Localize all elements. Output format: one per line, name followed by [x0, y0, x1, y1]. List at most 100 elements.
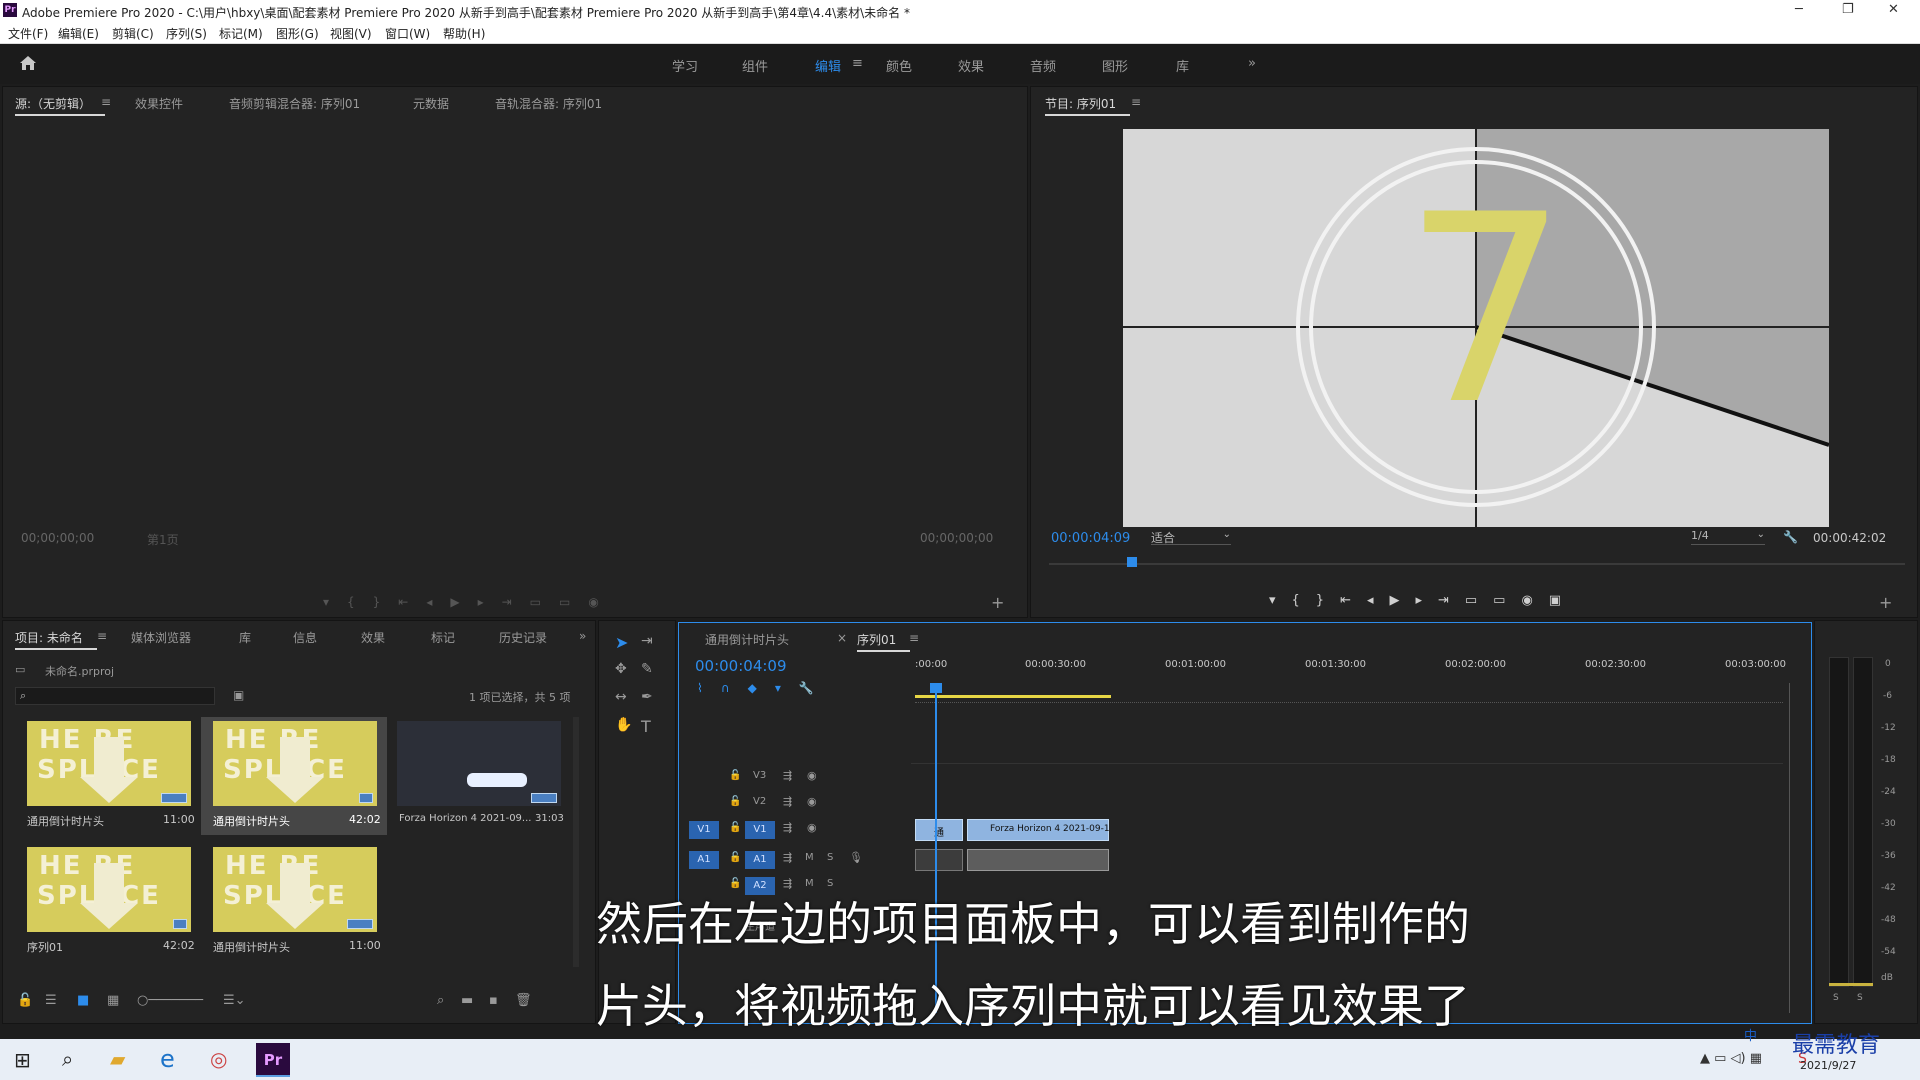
close-icon[interactable]: ×	[837, 631, 847, 645]
mute-button[interactable]: M	[805, 852, 814, 863]
workspace-overflow-icon[interactable]: »	[1248, 56, 1256, 71]
microphone-icon[interactable]: 🎙	[849, 851, 863, 864]
menu-edit[interactable]: 编辑(E)	[58, 25, 99, 42]
icon-view-icon[interactable]: ■	[77, 993, 89, 1008]
project-item-selected[interactable]: HE RE SPL ICE 通用倒计时片头 42:02	[201, 717, 387, 835]
windows-start-icon[interactable]: ⊞	[14, 1048, 31, 1072]
video-clip-forza[interactable]: Forza Horizon 4 2021-09-1	[967, 819, 1110, 841]
workspace-libraries[interactable]: 库	[1176, 56, 1189, 75]
tab-audio-clip-mixer[interactable]: 音频剪辑混合器: 序列01	[229, 95, 360, 112]
menu-marker[interactable]: 标记(M)	[219, 25, 263, 42]
fit-dropdown[interactable]: 适合 ⌄	[1151, 529, 1231, 545]
new-item-icon[interactable]: ▪	[489, 993, 498, 1008]
menu-window[interactable]: 窗口(W)	[385, 25, 430, 42]
new-bin-icon[interactable]: ▬	[461, 993, 473, 1008]
audio-clip-forza[interactable]	[967, 849, 1109, 871]
clock-date[interactable]: 2021/9/27	[1800, 1059, 1856, 1072]
project-scrollbar[interactable]	[573, 717, 579, 967]
source-patch-a1[interactable]: A1	[689, 851, 719, 869]
eye-icon[interactable]: ◉	[807, 795, 817, 808]
add-button-icon[interactable]: +	[991, 593, 1004, 612]
close-button[interactable]: ✕	[1888, 2, 1899, 17]
menu-sequence[interactable]: 序列(S)	[166, 25, 207, 42]
wrench-icon[interactable]: 🔧	[1783, 530, 1798, 544]
lock-icon[interactable]: 🔓	[729, 822, 741, 833]
tab-metadata[interactable]: 元数据	[413, 95, 449, 112]
timeline-timecode[interactable]: 00:00:04:09	[695, 657, 787, 675]
tab-markers[interactable]: 标记	[431, 629, 455, 646]
panel-menu-icon[interactable]: ≡	[101, 95, 111, 109]
workspace-learn[interactable]: 学习	[672, 56, 698, 75]
workspace-graphics[interactable]: 图形	[1102, 56, 1128, 75]
capture-app-icon[interactable]: ◎	[210, 1047, 227, 1071]
source-patch-v1[interactable]: V1	[689, 821, 719, 839]
hand-tool-icon[interactable]: ✋	[615, 717, 632, 733]
pen-tool-icon[interactable]: ✒	[641, 689, 653, 705]
tray-icons[interactable]: ▲ ▭ ◁) ▦	[1700, 1051, 1762, 1066]
resolution-dropdown[interactable]: 1/4 ⌄	[1691, 529, 1765, 545]
eye-icon[interactable]: ◉	[807, 769, 817, 782]
freeform-view-icon[interactable]: ▦	[107, 993, 119, 1008]
timeline-vertical-scrollbar[interactable]	[1789, 683, 1795, 1013]
source-timecode-in[interactable]: 00;00;00;00	[21, 531, 94, 545]
workspace-editing[interactable]: 编辑	[815, 56, 841, 75]
source-transport-controls[interactable]: ▾{}⇤◂▶▸⇥▭▭◉	[323, 595, 723, 611]
search-icon[interactable]: ⌕	[62, 1047, 73, 1071]
trash-icon[interactable]: 🗑	[515, 993, 532, 1008]
track-select-tool-icon[interactable]: ⇥	[641, 633, 653, 649]
tab-sequence-01[interactable]: 序列01	[857, 631, 911, 652]
sync-lock-icon[interactable]: ⇶	[783, 821, 792, 834]
sync-lock-icon[interactable]: ⇶	[783, 851, 792, 864]
menu-help[interactable]: 帮助(H)	[443, 25, 485, 42]
tab-sequence-countdown[interactable]: 通用倒计时片头	[705, 631, 789, 648]
project-search-input[interactable]: ⌕	[15, 687, 215, 705]
program-transport-controls[interactable]: ▾{}⇤◂▶▸⇥▭▭◉▣	[1269, 593, 1689, 611]
source-page-select[interactable]: 第1页	[147, 531, 179, 548]
workspace-audio[interactable]: 音频	[1030, 56, 1056, 75]
workspace-menu-icon[interactable]: ≡	[852, 56, 863, 71]
add-button-icon[interactable]: +	[1879, 593, 1892, 612]
find-icon[interactable]: ⌕	[437, 993, 444, 1008]
program-timecode[interactable]: 00:00:04:09	[1051, 531, 1130, 546]
timeline-ruler[interactable]: :00:00 00:00:30:00 00:01:00:00 00:01:30:…	[915, 659, 1786, 679]
tab-source[interactable]: 源:（无剪辑）	[15, 95, 106, 116]
tab-libraries[interactable]: 库	[239, 629, 251, 646]
track-target-v1[interactable]: V1	[745, 821, 775, 839]
panel-menu-icon[interactable]: ≡	[97, 629, 107, 643]
selection-tool-icon[interactable]: ➤	[615, 633, 628, 652]
sync-lock-icon[interactable]: ⇶	[783, 795, 792, 808]
tab-project[interactable]: 项目: 未命名	[15, 629, 97, 650]
program-playhead[interactable]	[1127, 557, 1137, 567]
lock-icon[interactable]: 🔓	[729, 796, 741, 807]
sort-icon[interactable]: ☰⌄	[223, 993, 246, 1008]
lock-icon[interactable]: 🔓	[17, 993, 33, 1008]
slip-tool-icon[interactable]: ↔	[615, 689, 627, 705]
eye-icon[interactable]: ◉	[807, 821, 817, 834]
lock-icon[interactable]: 🔓	[729, 852, 741, 863]
overflow-icon[interactable]: »	[579, 629, 586, 643]
tab-program[interactable]: 节目: 序列01	[1045, 95, 1131, 116]
edge-browser-icon[interactable]: e	[160, 1045, 175, 1073]
tab-effect-controls[interactable]: 效果控件	[135, 95, 183, 112]
project-item[interactable]: Forza Horizon 4 2021-09... 31:03	[397, 721, 567, 829]
ripple-edit-tool-icon[interactable]: ✥	[615, 661, 627, 677]
workspace-effects[interactable]: 效果	[958, 56, 984, 75]
sync-lock-icon[interactable]: ⇶	[783, 769, 792, 782]
lock-icon[interactable]: 🔓	[729, 770, 741, 781]
timeline-toolbar[interactable]: ⌇∩◆▾🔧	[697, 681, 857, 697]
tab-history[interactable]: 历史记录	[499, 629, 547, 646]
menu-graphics[interactable]: 图形(G)	[276, 25, 319, 42]
tab-effects[interactable]: 效果	[361, 629, 385, 646]
solo-right-button[interactable]: S	[1857, 993, 1863, 1003]
tab-media-browser[interactable]: 媒体浏览器	[131, 629, 191, 646]
menu-file[interactable]: 文件(F)	[8, 25, 48, 42]
type-tool-icon[interactable]: T	[641, 717, 651, 736]
track-target-a1[interactable]: A1	[745, 851, 775, 869]
audio-clip-countdown[interactable]	[915, 849, 963, 871]
home-icon[interactable]	[18, 54, 38, 72]
project-item[interactable]: HE RE SPL ICE 通用倒计时片头 11:00	[27, 721, 197, 829]
minimize-button[interactable]: ─	[1795, 2, 1803, 17]
menu-view[interactable]: 视图(V)	[330, 25, 372, 42]
maximize-button[interactable]: ❐	[1842, 2, 1854, 17]
tab-audio-track-mixer[interactable]: 音轨混合器: 序列01	[495, 95, 602, 112]
